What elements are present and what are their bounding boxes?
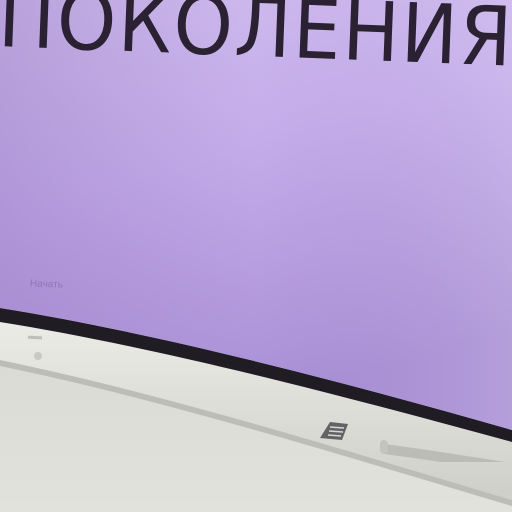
speaker-grille-icon bbox=[380, 440, 505, 462]
screen-headline: ПОКОЛЕНИЯ bbox=[0, 0, 512, 86]
screen-small-label: Начать bbox=[29, 278, 64, 291]
photo-scene: ПОКОЛЕНИЯ Начать bbox=[0, 0, 512, 512]
power-led-icon bbox=[34, 352, 42, 360]
monitor-logo-icon bbox=[320, 422, 348, 440]
